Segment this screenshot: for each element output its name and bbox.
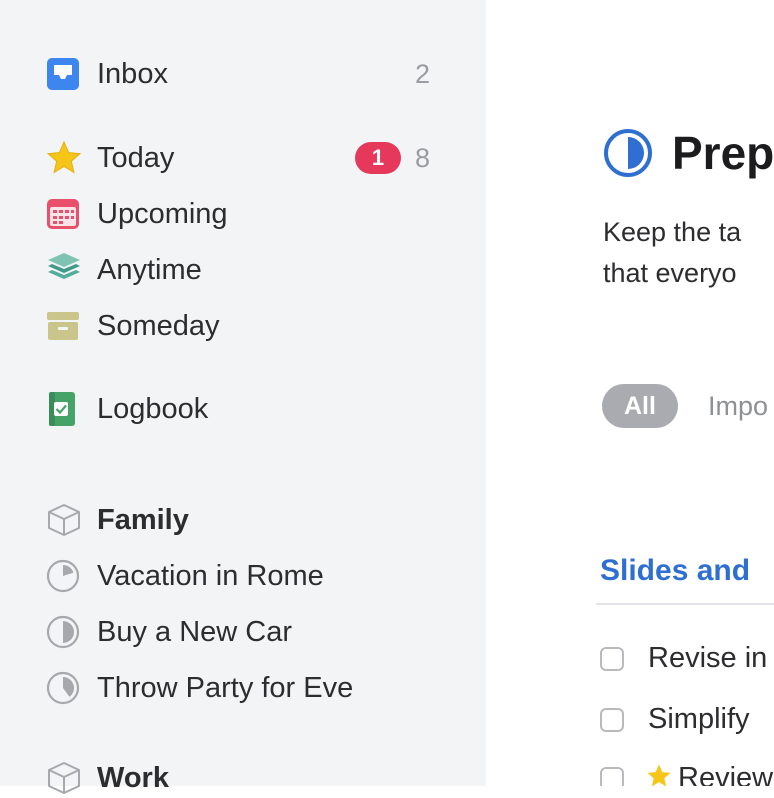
project-label: Throw Party for Eve — [97, 671, 354, 704]
sidebar: Inbox 2 Today 1 8 Upcoming Anytime Somed… — [0, 0, 486, 794]
project-progress-icon — [46, 558, 82, 594]
project-notes[interactable]: Keep the ta that everyo — [603, 212, 741, 294]
layers-icon — [46, 252, 82, 288]
sidebar-project-vacation-in-rome[interactable]: Vacation in Rome — [46, 556, 430, 596]
todo-title: Review — [678, 762, 774, 786]
project-label: Vacation in Rome — [97, 559, 324, 592]
sidebar-item-label: Upcoming — [97, 197, 228, 230]
todo-title: Revise in — [648, 642, 768, 674]
project-progress-icon — [46, 614, 82, 650]
logbook-icon — [46, 391, 82, 427]
heading-divider — [596, 603, 774, 605]
sidebar-area-family[interactable]: Family — [46, 500, 430, 540]
section-heading[interactable]: Slides and — [600, 554, 750, 588]
sidebar-item-inbox[interactable]: Inbox 2 — [46, 54, 430, 94]
filter-all-pill[interactable]: All — [602, 384, 678, 428]
progress-pie-icon — [46, 671, 80, 705]
sidebar-item-today[interactable]: Today 1 8 — [46, 138, 430, 178]
todo-item[interactable]: Simplify — [600, 703, 750, 736]
sidebar-item-label: Someday — [97, 309, 220, 342]
sidebar-item-upcoming[interactable]: Upcoming — [46, 194, 430, 234]
area-label: Family — [97, 503, 189, 536]
today-count: 8 — [414, 142, 430, 173]
sidebar-project-buy-a-new-car[interactable]: Buy a New Car — [46, 612, 430, 652]
project-header: Prep — [602, 126, 774, 180]
sidebar-item-logbook[interactable]: Logbook — [46, 389, 430, 429]
project-progress-icon — [46, 670, 82, 706]
tag-filter-bar: All Impo — [602, 384, 768, 428]
calendar-icon — [46, 196, 82, 232]
project-label: Buy a New Car — [97, 615, 293, 648]
todo-checkbox[interactable] — [600, 707, 624, 732]
main-content: Prep Keep the ta that everyo All Impo Sl… — [486, 0, 774, 786]
sidebar-project-throw-party-for-eve[interactable]: Throw Party for Eve — [46, 668, 430, 708]
sidebar-item-someday[interactable]: Someday — [46, 306, 430, 346]
todo-checkbox[interactable] — [600, 646, 624, 671]
sidebar-item-label: Logbook — [97, 392, 209, 425]
area-cube-icon — [46, 760, 82, 796]
notes-line: that everyo — [603, 258, 737, 288]
area-label: Work — [97, 761, 169, 794]
progress-pie-icon — [46, 559, 80, 593]
todo-title: Simplify — [648, 703, 750, 735]
area-cube-icon — [46, 502, 82, 538]
filter-tag[interactable]: Impo — [708, 391, 768, 422]
inbox-count: 2 — [414, 58, 430, 89]
sidebar-area-work[interactable]: Work — [46, 758, 430, 798]
todo-item[interactable]: Revise in — [600, 642, 767, 675]
sidebar-item-anytime[interactable]: Anytime — [46, 250, 430, 290]
archive-box-icon — [46, 308, 82, 344]
star-icon — [46, 140, 82, 176]
star-icon — [646, 763, 672, 786]
sidebar-item-label: Today — [97, 141, 175, 174]
todo-checkbox[interactable] — [600, 766, 624, 786]
project-progress-icon — [602, 127, 654, 179]
sidebar-item-label: Inbox — [97, 57, 168, 90]
todo-item[interactable]: Review — [600, 762, 773, 786]
today-due-badge: 1 — [354, 142, 401, 174]
inbox-icon — [46, 56, 82, 92]
progress-pie-icon — [46, 615, 80, 649]
sidebar-item-label: Anytime — [97, 253, 202, 286]
notes-line: Keep the ta — [603, 217, 742, 247]
project-title[interactable]: Prep — [672, 126, 774, 180]
